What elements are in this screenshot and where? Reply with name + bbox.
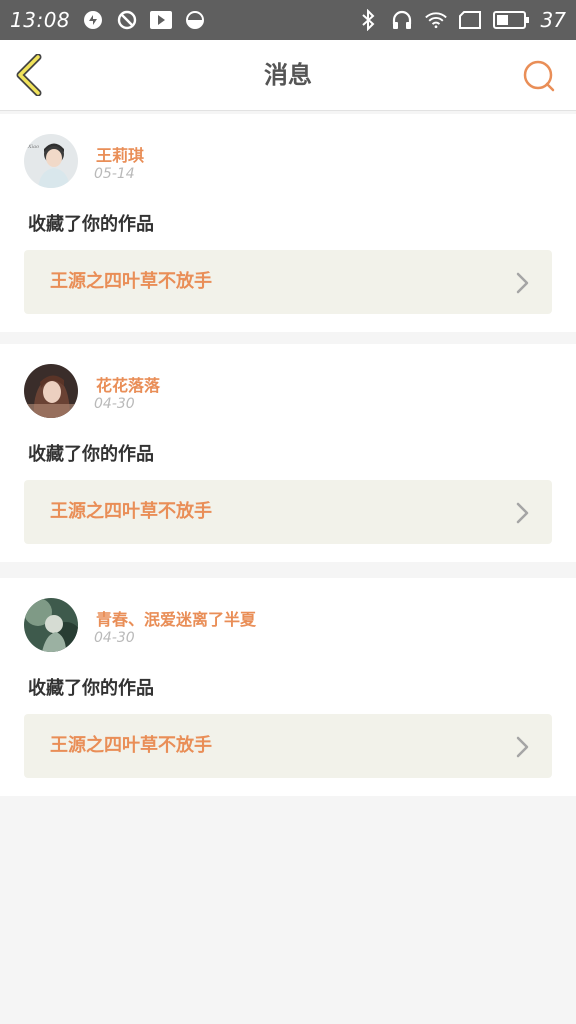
message-action: 收藏了你的作品 xyxy=(28,444,154,465)
sync-icon xyxy=(82,9,104,31)
battery-icon xyxy=(492,9,529,31)
message-date: 05-14 xyxy=(94,166,135,182)
message-card: 花花落落 04-30 收藏了你的作品 王源之四叶草不放手 xyxy=(0,344,576,562)
svg-text:Xiao: Xiao xyxy=(27,144,39,150)
message-action: 收藏了你的作品 xyxy=(28,678,154,699)
sim-icon xyxy=(458,9,481,31)
wifi-icon xyxy=(424,9,447,31)
message-card: 青春、泯爱迷离了半夏 04-30 收藏了你的作品 王源之四叶草不放手 xyxy=(0,578,576,796)
message-date: 04-30 xyxy=(94,396,135,412)
user-name[interactable]: 青春、泯爱迷离了半夏 xyxy=(96,606,256,630)
status-time: 13:08 xyxy=(10,8,71,32)
work-title: 王源之四叶草不放手 xyxy=(50,501,212,522)
avatar[interactable] xyxy=(24,364,78,418)
avatar[interactable] xyxy=(24,598,78,652)
message-action: 收藏了你的作品 xyxy=(28,214,154,235)
work-title: 王源之四叶草不放手 xyxy=(50,735,212,756)
work-link[interactable]: 王源之四叶草不放手 xyxy=(24,250,552,314)
message-card: Xiao 王莉琪 05-14 收藏了你的作品 王源之四叶草不放手 xyxy=(0,114,576,332)
chevron-right-icon xyxy=(516,272,529,294)
work-title: 王源之四叶草不放手 xyxy=(50,271,212,292)
headphones-icon xyxy=(391,9,413,31)
play-icon xyxy=(150,9,173,31)
avatar[interactable]: Xiao xyxy=(24,134,78,188)
work-link[interactable]: 王源之四叶草不放手 xyxy=(24,714,552,778)
search-button[interactable] xyxy=(520,57,558,95)
search-icon xyxy=(523,60,555,92)
user-name[interactable]: 花花落落 xyxy=(96,372,160,396)
data-saver-icon xyxy=(184,9,206,31)
user-name[interactable]: 王莉琪 xyxy=(96,142,144,166)
app-header: 消息 xyxy=(0,40,576,111)
status-bar: 13:08 37 xyxy=(0,0,576,40)
message-date: 04-30 xyxy=(94,630,135,646)
block-icon xyxy=(116,9,138,31)
bluetooth-icon xyxy=(357,9,379,31)
work-link[interactable]: 王源之四叶草不放手 xyxy=(24,480,552,544)
chevron-right-icon xyxy=(516,502,529,524)
battery-level: 37 xyxy=(540,8,566,32)
chevron-right-icon xyxy=(516,736,529,758)
page-title: 消息 xyxy=(264,61,312,89)
